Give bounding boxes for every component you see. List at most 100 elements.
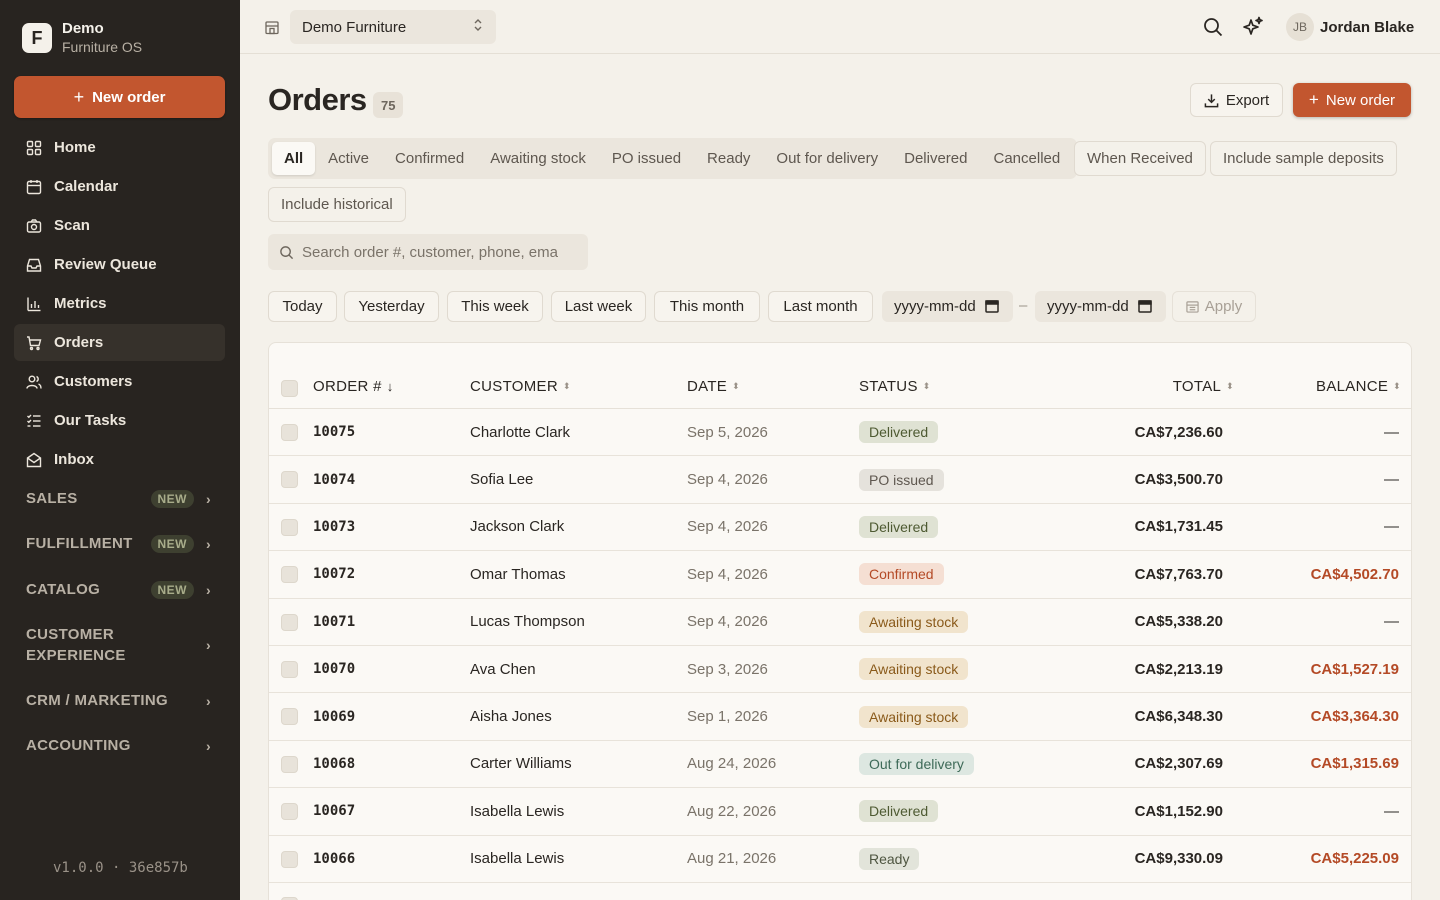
header-order[interactable]: ORDER # ↓ <box>313 378 394 395</box>
row-checkbox[interactable] <box>281 471 298 489</box>
new-order-button[interactable]: + New order <box>1293 83 1411 117</box>
header-total[interactable]: TOTAL ⬍ <box>1173 378 1234 395</box>
order-number[interactable]: 10074 <box>313 456 355 502</box>
header-balance-label: BALANCE <box>1316 378 1389 395</box>
range-this-week[interactable]: This week <box>447 291 543 322</box>
order-number[interactable]: 10068 <box>313 741 355 787</box>
sidebar-item-customers[interactable]: Customers <box>14 363 225 400</box>
sidebar-item-inbox[interactable]: Inbox <box>14 441 225 478</box>
calendar-icon[interactable] <box>985 299 999 317</box>
row-checkbox[interactable] <box>281 613 298 631</box>
apply-button[interactable]: Apply <box>1172 291 1256 322</box>
toggle-when-received[interactable]: When Received <box>1074 141 1206 176</box>
section-label: CRM / MARKETING <box>26 692 168 709</box>
select-all-checkbox[interactable] <box>281 380 298 397</box>
range-last-week[interactable]: Last week <box>551 291 646 322</box>
tab-ready[interactable]: Ready <box>694 142 763 175</box>
calendar-icon[interactable] <box>1138 299 1152 317</box>
order-number[interactable]: 10073 <box>313 504 355 550</box>
calendar-icon <box>26 179 42 195</box>
header-date[interactable]: DATE ⬍ <box>687 378 740 395</box>
order-number[interactable]: 10066 <box>313 836 355 882</box>
order-total: CA$6,348.30 <box>1134 708 1223 726</box>
range-yesterday[interactable]: Yesterday <box>344 291 439 322</box>
table-row[interactable]: 10073 Jackson Clark Sep 4, 2026 Delivered CA… <box>269 504 1411 552</box>
order-balance: CA$5,225.09 <box>1310 850 1399 868</box>
tab-confirmed[interactable]: Confirmed <box>382 142 477 175</box>
order-number[interactable]: 10072 <box>313 551 355 597</box>
row-checkbox[interactable] <box>281 566 298 584</box>
user-menu[interactable]: JB Jordan Blake <box>1286 13 1414 41</box>
row-checkbox[interactable] <box>281 803 298 821</box>
sidebar-new-order-button[interactable]: + New order <box>14 76 225 118</box>
section-crm-marketing[interactable]: CRM / MARKETING › <box>26 690 216 711</box>
brand[interactable]: F Demo Furniture OS <box>22 20 142 56</box>
status-cell: Awaiting stock <box>859 693 969 739</box>
sidebar-item-home[interactable]: Home <box>14 129 225 166</box>
export-button[interactable]: Export <box>1190 83 1283 117</box>
table-row[interactable]: 10074 Sofia Lee Sep 4, 2026 PO issued CA$3,5… <box>269 456 1411 504</box>
row-checkbox[interactable] <box>281 661 298 678</box>
sidebar-item-review-queue[interactable]: Review Queue <box>14 246 225 283</box>
header-customer[interactable]: CUSTOMER ⬍ <box>470 378 571 395</box>
brand-logo: F <box>22 23 52 53</box>
row-checkbox[interactable] <box>281 850 298 868</box>
order-number[interactable]: 10075 <box>313 409 355 455</box>
section-customer-experience[interactable]: CUSTOMER EXPERIENCE › <box>26 624 216 666</box>
search-input[interactable] <box>302 243 572 261</box>
chevron-right-icon: › <box>206 490 211 507</box>
section-catalog[interactable]: CATALOG NEW › <box>26 579 216 600</box>
sidebar-item-calendar[interactable]: Calendar <box>14 168 225 205</box>
row-checkbox[interactable] <box>281 424 298 441</box>
sort-icon: ⬍ <box>562 381 571 391</box>
tab-active[interactable]: Active <box>315 142 382 175</box>
sparkle-ai-icon[interactable] <box>1241 15 1265 39</box>
sort-icon: ⬍ <box>1393 381 1401 391</box>
section-label: ACCOUNTING <box>26 737 131 754</box>
range-today[interactable]: Today <box>268 291 337 322</box>
table-row[interactable]: 10066 Isabella Lewis Aug 21, 2026 Ready CA$9… <box>269 836 1411 883</box>
order-number[interactable]: 10070 <box>313 646 355 692</box>
order-number[interactable]: 10071 <box>313 599 355 645</box>
sidebar-item-orders[interactable]: Orders <box>14 324 225 361</box>
tab-out-for-delivery[interactable]: Out for delivery <box>763 142 891 175</box>
sidebar-item-metrics[interactable]: Metrics <box>14 285 225 322</box>
section-label: CUSTOMER EXPERIENCE <box>26 626 126 664</box>
table-row[interactable]: 10069 Aisha Jones Sep 1, 2026 Awaiting stoc… <box>269 693 1411 741</box>
order-number[interactable]: 10069 <box>313 693 355 739</box>
row-checkbox[interactable] <box>281 708 298 726</box>
tab-po-issued[interactable]: PO issued <box>599 142 694 175</box>
store-select[interactable]: Demo Furniture <box>290 10 496 44</box>
table-row[interactable]: 10068 Carter Williams Aug 24, 2026 Out for … <box>269 741 1411 789</box>
range-last-month[interactable]: Last month <box>768 291 873 322</box>
table-row[interactable]: 10071 Lucas Thompson Sep 4, 2026 Awaiting s… <box>269 599 1411 646</box>
toggle-include-historical[interactable]: Include historical <box>268 187 406 222</box>
row-checkbox[interactable] <box>281 755 298 773</box>
sidebar-item-our-tasks[interactable]: Our Tasks <box>14 402 225 439</box>
table-row[interactable]: 10067 Isabella Lewis Aug 22, 2026 Delivered… <box>269 788 1411 836</box>
table-row[interactable]: 10070 Ava Chen Sep 3, 2026 Awaiting stock CA… <box>269 646 1411 694</box>
order-number[interactable]: 10067 <box>313 788 355 834</box>
customer-name: Sofia Lee <box>470 471 534 489</box>
order-balance: CA$4,502.70 <box>1310 565 1399 583</box>
tab-cancelled[interactable]: Cancelled <box>981 142 1074 175</box>
order-balance: CA$1,527.19 <box>1310 660 1399 678</box>
header-balance[interactable]: BALANCE ⬍ <box>1316 378 1401 395</box>
section-fulfillment[interactable]: FULFILLMENT NEW › <box>26 533 216 554</box>
range-this-month[interactable]: This month <box>654 291 760 322</box>
sidebar-item-scan[interactable]: Scan <box>14 207 225 244</box>
download-icon <box>1204 93 1219 107</box>
section-accounting[interactable]: ACCOUNTING › <box>26 735 216 756</box>
table-row[interactable]: 10075 Charlotte Clark Sep 5, 2026 Delivered… <box>269 409 1411 457</box>
header-status[interactable]: STATUS ⬍ <box>859 378 931 395</box>
tab-delivered[interactable]: Delivered <box>891 142 980 175</box>
tab-all[interactable]: All <box>272 142 316 175</box>
date-from-input[interactable]: yyyy-mm-dd <box>882 291 1013 322</box>
row-checkbox[interactable] <box>281 518 298 536</box>
section-sales[interactable]: SALES NEW › <box>26 488 216 509</box>
table-row[interactable]: 10072 Omar Thomas Sep 4, 2026 Confirmed CA$7… <box>269 551 1411 599</box>
tab-awaiting-stock[interactable]: Awaiting stock <box>477 142 599 175</box>
date-to-input[interactable]: yyyy-mm-dd <box>1035 291 1166 322</box>
toggle-include-sample-deposits[interactable]: Include sample deposits <box>1210 141 1397 176</box>
search-icon[interactable] <box>1202 16 1224 38</box>
